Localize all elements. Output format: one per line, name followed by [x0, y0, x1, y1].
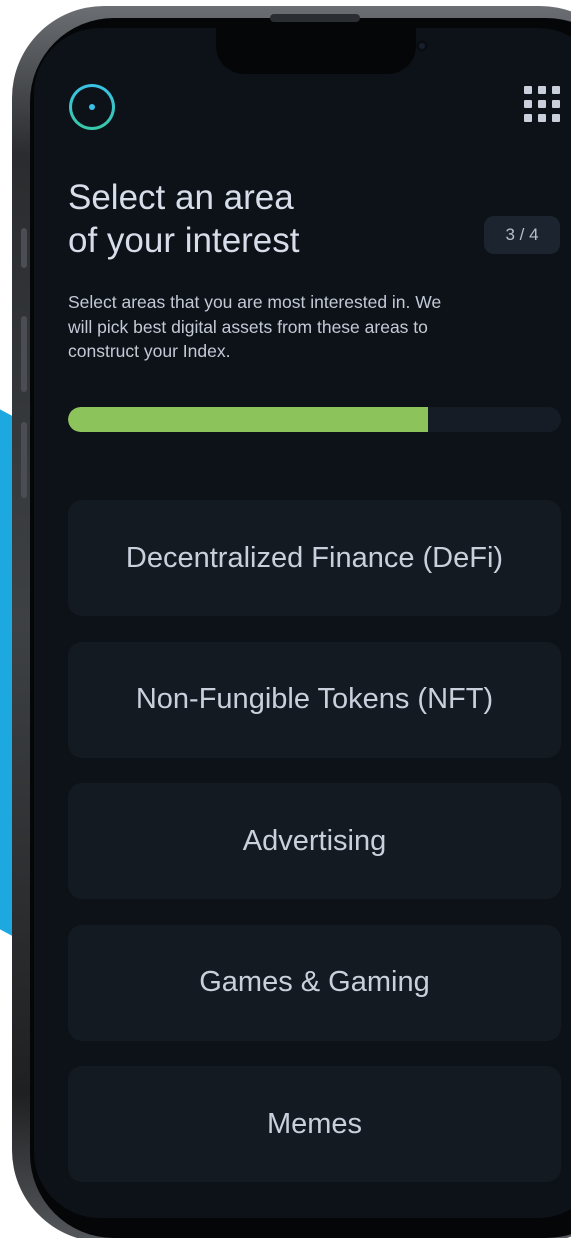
notch — [216, 28, 428, 74]
menu-dot — [524, 114, 532, 122]
page-description: Select areas that you are most intereste… — [68, 292, 442, 361]
stage: Select an area of your interest 3 / 4 Se… — [0, 0, 571, 1238]
option-memes[interactable]: Memes — [68, 1066, 561, 1182]
menu-dot — [538, 86, 546, 94]
menu-dot — [552, 100, 560, 108]
option-advertising[interactable]: Advertising — [68, 783, 561, 899]
volume-up-button — [21, 316, 27, 392]
progress-bar — [68, 407, 561, 432]
option-defi[interactable]: Decentralized Finance (DeFi) — [68, 500, 561, 616]
option-nft[interactable]: Non-Fungible Tokens (NFT) — [68, 641, 561, 758]
volume-down-button — [21, 422, 27, 498]
logo-inner — [72, 87, 112, 127]
menu-dot — [524, 100, 532, 108]
menu-dot — [538, 114, 546, 122]
logo-dot — [89, 104, 95, 110]
option-games-gaming[interactable]: Games & Gaming — [68, 924, 561, 1041]
menu-dot — [552, 86, 560, 94]
app-logo-icon[interactable] — [69, 84, 115, 130]
progress-bar-fill — [68, 407, 428, 432]
mute-switch — [21, 228, 27, 268]
page-title-line-1: Select an area — [68, 178, 294, 217]
interest-options-list: Decentralized Finance (DeFi) Non-Fungibl… — [68, 500, 561, 1208]
front-camera-icon — [416, 40, 428, 52]
page-title: Select an area of your interest — [68, 176, 448, 262]
menu-dot — [538, 100, 546, 108]
step-indicator-badge: 3 / 4 — [484, 216, 560, 254]
speaker-grille — [270, 14, 360, 22]
app-screen: Select an area of your interest 3 / 4 Se… — [34, 28, 571, 1218]
grid-menu-icon[interactable] — [524, 86, 564, 126]
menu-dot — [524, 86, 532, 94]
page-title-line-2: of your interest — [68, 221, 300, 260]
menu-dot — [552, 114, 560, 122]
